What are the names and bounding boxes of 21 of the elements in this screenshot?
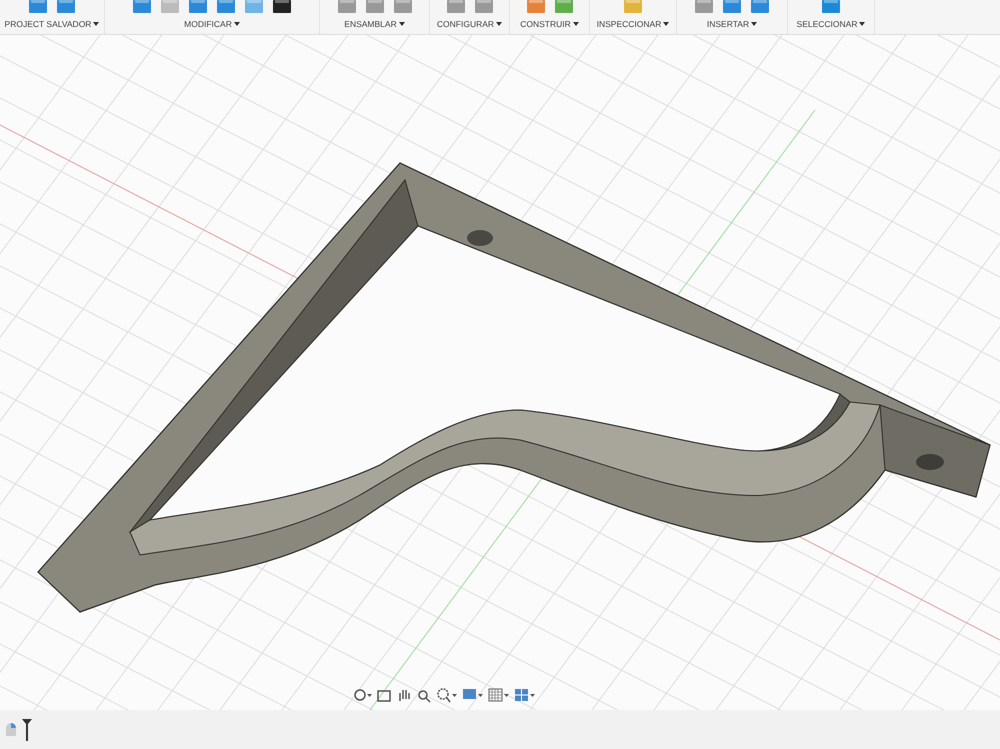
zoom-window-icon[interactable] [436, 686, 458, 703]
toolbar-group-menu[interactable]: CONFIGURAR [436, 19, 502, 29]
caret-icon [234, 22, 240, 26]
toolbar-group-menu[interactable]: ENSAMBLAR [344, 19, 405, 29]
viewports-icon[interactable] [514, 686, 536, 703]
caret-icon [398, 22, 405, 26]
timeline-marker-icon[interactable] [22, 718, 32, 741]
caret-icon [751, 22, 758, 26]
caret-icon [572, 22, 579, 26]
orbit-icon[interactable] [352, 686, 372, 703]
toolbar-group-menu[interactable]: INSPECCIONAR [596, 19, 670, 29]
grid-icon[interactable] [488, 686, 510, 703]
toolbar-group-menu[interactable]: PROJECT SALVADOR [4, 19, 100, 29]
toolbar-group-menu[interactable]: CONSTRUIR [520, 19, 579, 29]
caret-icon [663, 22, 670, 26]
toolbar-group-menu[interactable]: MODIFICAR [184, 19, 240, 29]
caret-icon [859, 22, 866, 26]
toolbar-group-menu[interactable]: INSERTAR [706, 19, 758, 29]
caret-icon [93, 22, 100, 26]
caret-icon [496, 22, 502, 26]
toolbar-group-menu[interactable]: SELECCIONAR [796, 19, 866, 29]
